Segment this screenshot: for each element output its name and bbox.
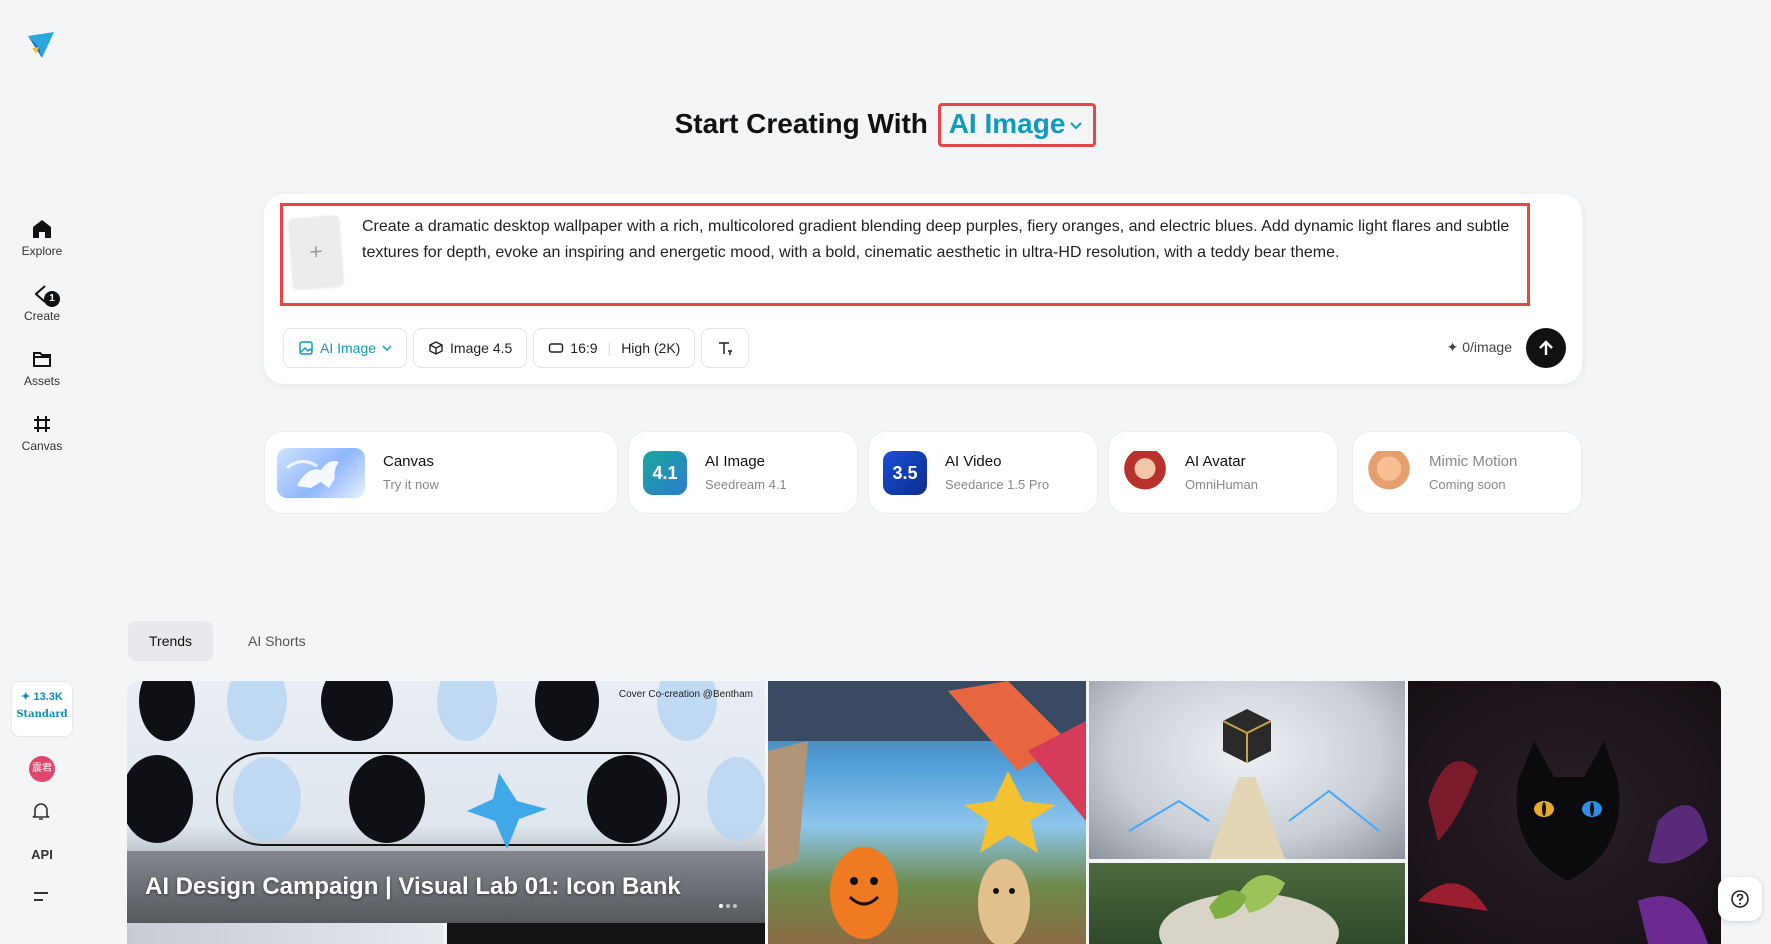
avatar[interactable]: 震君	[29, 756, 55, 782]
gallery-cover-card[interactable]: Cover Co-creation @Bentham AI Design Cam…	[127, 681, 765, 923]
arrow-up-icon	[1539, 340, 1553, 355]
gallery: Cover Co-creation @Bentham AI Design Cam…	[127, 681, 1721, 944]
sidebar-item-assets[interactable]: Assets	[0, 348, 84, 388]
bell-icon[interactable]	[30, 800, 52, 827]
feature-title: AI Video	[945, 453, 1002, 470]
question-mark-icon	[1731, 890, 1749, 908]
model-version-button[interactable]: Image 4.5	[413, 328, 528, 368]
gallery-tile[interactable]	[1408, 681, 1721, 944]
image-icon	[299, 341, 313, 355]
seedance-icon: 3.5	[883, 450, 927, 495]
ratio-quality-button[interactable]: 16:9 | High (2K)	[533, 328, 696, 368]
patchwork-characters-image	[768, 681, 1086, 944]
model-selector-label: AI Image	[948, 108, 1066, 139]
logo-icon[interactable]	[26, 30, 56, 60]
page-title: Start Creating With AI Image	[0, 103, 1771, 147]
gallery-tile[interactable]	[1089, 681, 1405, 859]
motion-character-icon	[1367, 450, 1411, 495]
credits-amount: 13.3K	[33, 691, 63, 703]
sidebar-item-label: Assets	[23, 374, 60, 388]
feature-subtitle: Seedream 4.1	[705, 477, 787, 492]
cover-title: AI Design Campaign | Visual Lab 01: Icon…	[145, 873, 681, 900]
ratio-label: 16:9	[570, 340, 598, 356]
api-link[interactable]: API	[0, 847, 84, 862]
feature-title: AI Image	[705, 453, 766, 470]
prompt-input[interactable]: + Create a dramatic desktop wallpaper wi…	[280, 203, 1530, 306]
generation-toolbar: AI Image Image 4.5 16:9 | High (2K)	[283, 328, 750, 368]
sidebar-item-create[interactable]: 1 Create	[0, 283, 84, 323]
sidebar-item-explore[interactable]: Explore	[0, 218, 84, 258]
cube-icon	[429, 341, 443, 355]
divider: |	[607, 340, 612, 356]
model-version-label: Image 4.5	[450, 340, 513, 356]
upload-image-button[interactable]: +	[288, 215, 344, 289]
folder-icon	[33, 352, 51, 367]
feature-subtitle: Coming soon	[1429, 477, 1506, 492]
carousel-dots[interactable]	[716, 895, 737, 913]
sidebar-item-label: Create	[23, 309, 61, 323]
credits-widget[interactable]: ✦ 13.3K Standard	[11, 681, 73, 737]
pegasus-thumbnail-icon	[277, 447, 365, 498]
aspect-ratio-icon	[549, 343, 564, 353]
tab-ai-shorts[interactable]: AI Shorts	[227, 621, 327, 661]
notification-badge: 1	[44, 291, 60, 307]
feature-card-mimic-motion: Mimic Motion Coming soon	[1352, 431, 1582, 514]
text-icon	[719, 342, 733, 355]
feature-card-ai-video[interactable]: 3.5 AI Video Seedance 1.5 Pro	[868, 431, 1098, 514]
sparkle-icon: ✦	[21, 691, 34, 703]
feature-subtitle: OmniHuman	[1185, 477, 1258, 492]
feature-card-canvas[interactable]: Canvas Try it now	[264, 431, 618, 514]
gallery-tile[interactable]	[768, 681, 1086, 944]
send-button[interactable]	[1526, 328, 1566, 368]
seedream-icon: 4.1	[643, 450, 687, 495]
tab-trends[interactable]: Trends	[128, 621, 214, 661]
model-selector[interactable]: AI Image	[937, 103, 1097, 147]
chevron-down-icon	[1070, 121, 1083, 130]
sidebar-item-label: Canvas	[21, 439, 63, 453]
gallery-tile[interactable]	[1089, 863, 1405, 944]
chevron-down-icon	[382, 345, 392, 352]
quality-label: High (2K)	[621, 340, 681, 356]
cost-indicator: ✦ 0/image	[1447, 339, 1512, 356]
sidebar-item-label: Explore	[21, 244, 63, 258]
plan-tier: Standard	[16, 709, 68, 720]
feature-title: Mimic Motion	[1429, 453, 1518, 470]
feature-subtitle: Seedance 1.5 Pro	[945, 477, 1050, 492]
help-button[interactable]	[1718, 877, 1762, 921]
feature-title: AI Avatar	[1185, 453, 1246, 470]
black-cat-image	[1418, 741, 1708, 944]
canvas-icon	[34, 416, 50, 432]
leaf-image	[1159, 875, 1339, 944]
home-icon	[33, 220, 51, 238]
cube-corridor-image	[1128, 709, 1380, 859]
feature-card-ai-avatar[interactable]: AI Avatar OmniHuman	[1108, 431, 1338, 514]
feature-card-ai-image[interactable]: 4.1 AI Image Seedream 4.1	[628, 431, 858, 514]
gallery-tile[interactable]	[127, 923, 443, 944]
title-prefix: Start Creating With	[674, 108, 928, 139]
cost-label: 0/image	[1462, 339, 1512, 355]
sparkle-icon: ✦	[1446, 339, 1463, 355]
sidebar-item-canvas[interactable]: Canvas	[0, 413, 84, 453]
prompt-card: + Create a dramatic desktop wallpaper wi…	[264, 194, 1582, 384]
feature-subtitle: Try it now	[383, 477, 439, 492]
menu-icon[interactable]	[32, 889, 52, 910]
gallery-tile[interactable]	[447, 923, 765, 944]
avatar-character-icon	[1123, 450, 1167, 495]
feature-title: Canvas	[383, 453, 434, 470]
mode-dropdown[interactable]: AI Image	[283, 328, 408, 368]
mode-label: AI Image	[320, 340, 377, 356]
text-style-button[interactable]	[701, 328, 750, 368]
cover-credit: Cover Co-creation @Bentham	[618, 689, 753, 700]
prompt-text[interactable]: Create a dramatic desktop wallpaper with…	[362, 214, 1522, 266]
